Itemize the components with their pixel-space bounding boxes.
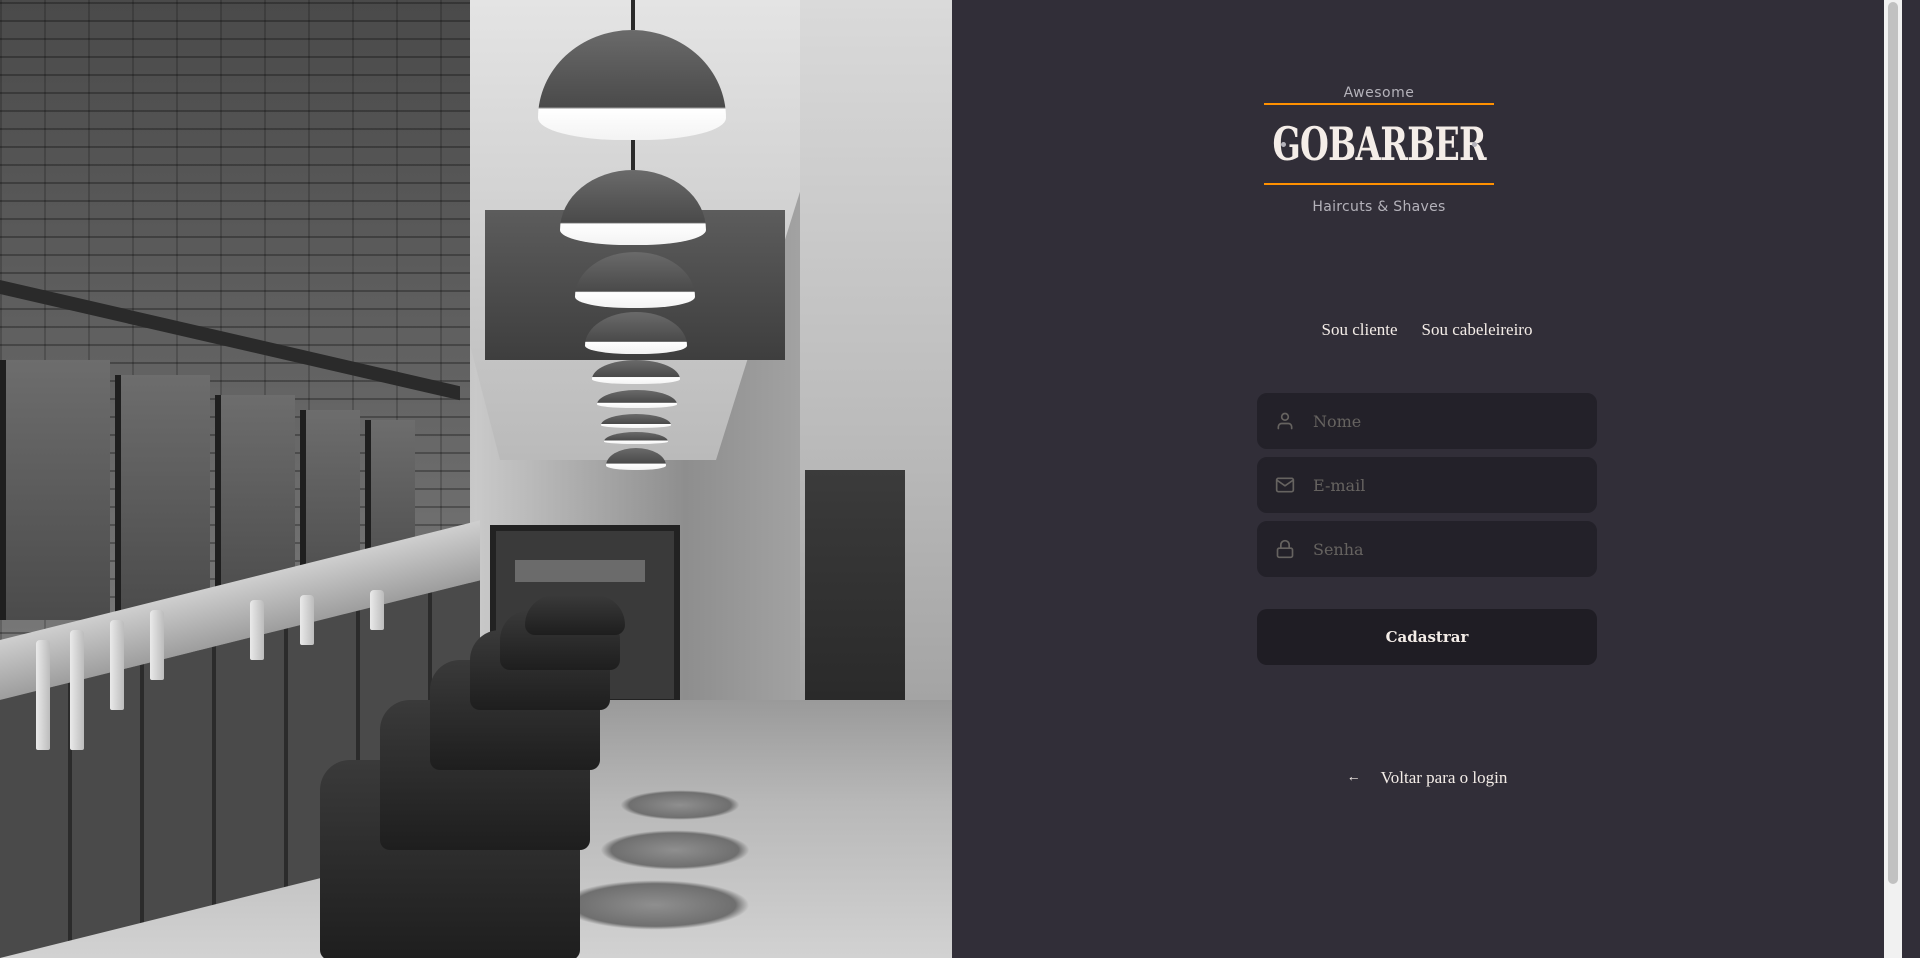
barbershop-photo [0, 0, 952, 958]
lock-icon [1275, 539, 1295, 559]
signup-form: Cadastrar [1257, 393, 1597, 665]
email-field[interactable] [1257, 457, 1597, 513]
password-input[interactable] [1311, 538, 1579, 560]
password-field[interactable] [1257, 521, 1597, 577]
arrow-left-icon: ← [1346, 770, 1361, 785]
name-field[interactable] [1257, 393, 1597, 449]
logo-wordmark: GoBarber [1264, 105, 1494, 183]
form-panel: Awesome GoBarber Haircuts & Shaves Sou c… [952, 0, 1902, 958]
tab-client[interactable]: Sou cliente [1322, 320, 1398, 340]
mail-icon [1275, 475, 1295, 495]
user-icon [1275, 411, 1295, 431]
email-input[interactable] [1311, 474, 1579, 496]
logo-divider-bottom [1264, 183, 1494, 185]
gobarber-logo: Awesome GoBarber Haircuts & Shaves [1264, 83, 1494, 228]
scrollbar-thumb[interactable] [1888, 2, 1898, 884]
logo-top-text: Awesome [1343, 85, 1415, 101]
logo-title: GoBarber [1272, 117, 1486, 171]
back-to-login-label: Voltar para o login [1380, 768, 1508, 787]
user-type-tabs: Sou cliente Sou cabeleireiro [952, 320, 1902, 340]
logo-dot-right [1472, 142, 1477, 147]
signup-button[interactable]: Cadastrar [1257, 609, 1597, 665]
page-scrollbar[interactable] [1884, 0, 1902, 958]
logo-subtitle: Haircuts & Shaves [1312, 199, 1446, 215]
name-input[interactable] [1311, 410, 1579, 432]
signup-page: Awesome GoBarber Haircuts & Shaves Sou c… [0, 0, 1920, 958]
back-to-login-link[interactable]: ← Voltar para o login [952, 768, 1902, 788]
tab-barber[interactable]: Sou cabeleireiro [1422, 320, 1533, 340]
